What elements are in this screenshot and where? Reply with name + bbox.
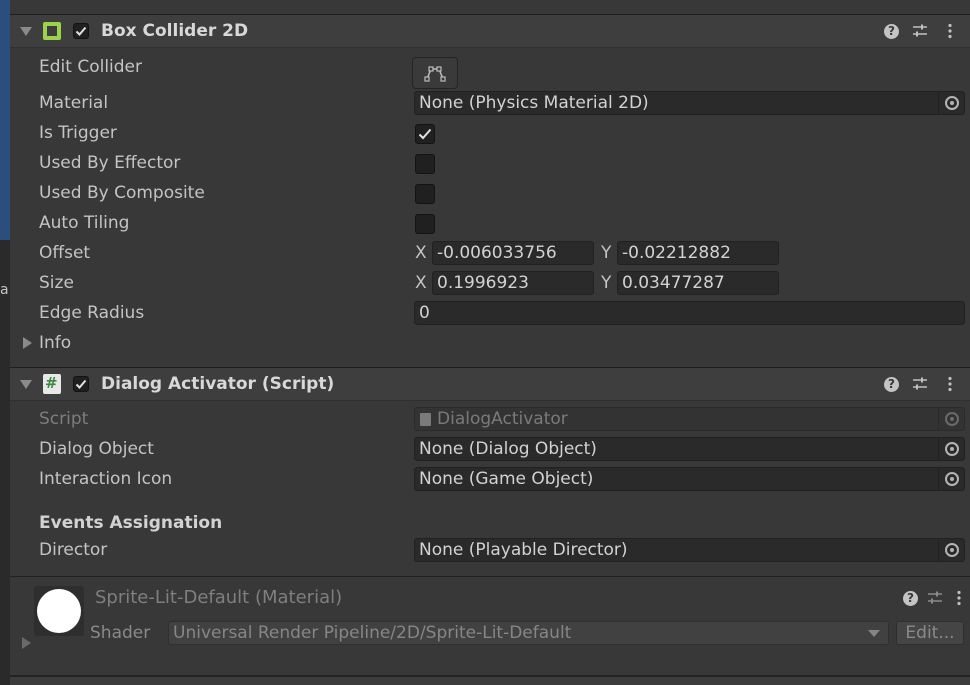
script-label: Script [39, 409, 89, 429]
offset-x-axis-label: X [415, 243, 427, 263]
chevron-down-icon [868, 630, 880, 637]
hash-glyph: # [45, 374, 58, 392]
info-foldout-label[interactable]: Info [39, 333, 71, 353]
director-field[interactable]: None (Playable Director) [414, 538, 965, 562]
used-by-effector-label: Used By Effector [39, 153, 181, 173]
material-field[interactable]: None (Physics Material 2D) [414, 91, 965, 115]
edge-radius-field[interactable]: 0 [414, 301, 965, 325]
script-file-icon [420, 413, 431, 426]
previous-component-tail [10, 0, 970, 14]
shader-value: Universal Render Pipeline/2D/Sprite-Lit-… [173, 623, 572, 643]
size-label: Size [39, 273, 74, 293]
offset-label: Offset [39, 243, 91, 263]
box-collider-header[interactable]: Box Collider 2D ? [10, 14, 970, 48]
dialog-activator-title: Dialog Activator (Script) [101, 374, 335, 394]
material-title: Sprite-Lit-Default (Material) [95, 587, 343, 608]
edge-radius-label: Edge Radius [39, 303, 145, 323]
used-by-effector-checkbox[interactable] [415, 154, 435, 174]
object-picker-icon[interactable] [938, 539, 964, 561]
foldout-arrow-icon[interactable] [20, 27, 32, 36]
left-panel-text: a [0, 282, 9, 298]
box-collider-title: Box Collider 2D [101, 21, 249, 41]
object-picker-icon[interactable] [938, 468, 964, 490]
left-panel-selection [0, 0, 10, 240]
offset-y-field[interactable]: -0.02212882 [617, 241, 779, 265]
foldout-arrow-icon[interactable] [20, 380, 32, 389]
script-field: DialogActivator [414, 407, 965, 431]
info-foldout-arrow-icon[interactable] [23, 337, 32, 349]
size-x-axis-label: X [415, 273, 427, 293]
dialog-object-label: Dialog Object [39, 439, 154, 459]
edit-collider-icon [424, 66, 446, 82]
edit-collider-label: Edit Collider [39, 57, 143, 77]
used-by-composite-checkbox[interactable] [415, 184, 435, 204]
material-foldout-arrow-icon[interactable] [22, 637, 31, 649]
dialog-activator-header[interactable]: # Dialog Activator (Script) ? [10, 367, 970, 401]
offset-x-field[interactable]: -0.006033756 [432, 241, 594, 265]
script-value: DialogActivator [437, 409, 568, 429]
used-by-composite-label: Used By Composite [39, 183, 205, 203]
is-trigger-checkbox[interactable] [415, 124, 435, 144]
dialog-object-field[interactable]: None (Dialog Object) [414, 437, 965, 461]
size-y-field[interactable]: 0.03477287 [617, 271, 779, 295]
help-icon[interactable]: ? [884, 24, 899, 39]
interaction-icon-label: Interaction Icon [39, 469, 173, 489]
interaction-icon-field[interactable]: None (Game Object) [414, 467, 965, 491]
next-component-edge [10, 677, 970, 685]
script-icon: # [43, 374, 61, 394]
object-picker-icon [938, 408, 964, 430]
is-trigger-label: Is Trigger [39, 123, 117, 143]
material-label: Material [39, 93, 109, 113]
presets-icon[interactable] [912, 23, 928, 39]
object-picker-icon[interactable] [938, 438, 964, 460]
object-picker-icon[interactable] [938, 92, 964, 114]
presets-icon[interactable] [927, 590, 943, 606]
shader-dropdown[interactable]: Universal Render Pipeline/2D/Sprite-Lit-… [168, 621, 889, 645]
auto-tiling-checkbox[interactable] [415, 214, 435, 234]
context-menu-icon[interactable] [946, 376, 954, 392]
director-label: Director [39, 540, 108, 560]
size-x-field[interactable]: 0.1996923 [432, 271, 594, 295]
help-icon[interactable]: ? [903, 591, 918, 606]
shader-label: Shader [90, 623, 151, 643]
edit-collider-button[interactable] [412, 57, 458, 89]
presets-icon[interactable] [912, 376, 928, 392]
material-value: None (Physics Material 2D) [419, 93, 649, 113]
size-y-axis-label: Y [601, 273, 612, 293]
dialog-object-value: None (Dialog Object) [419, 439, 597, 459]
edit-shader-button[interactable]: Edit... [896, 621, 964, 645]
auto-tiling-label: Auto Tiling [39, 213, 130, 233]
material-preview-sphere [37, 589, 81, 633]
help-icon[interactable]: ? [884, 377, 899, 392]
offset-y-axis-label: Y [601, 243, 612, 263]
context-menu-icon[interactable] [955, 590, 963, 606]
events-assignation-header: Events Assignation [39, 513, 223, 533]
director-value: None (Playable Director) [419, 540, 628, 560]
context-menu-icon[interactable] [946, 23, 954, 39]
inspector-panel: a Box Collider 2D ? Edit Collider Materi… [0, 0, 970, 685]
box-collider-enabled-checkbox[interactable] [73, 23, 89, 39]
dialog-activator-enabled-checkbox[interactable] [73, 376, 89, 392]
box-collider-icon [43, 22, 61, 40]
interaction-icon-value: None (Game Object) [419, 469, 594, 489]
